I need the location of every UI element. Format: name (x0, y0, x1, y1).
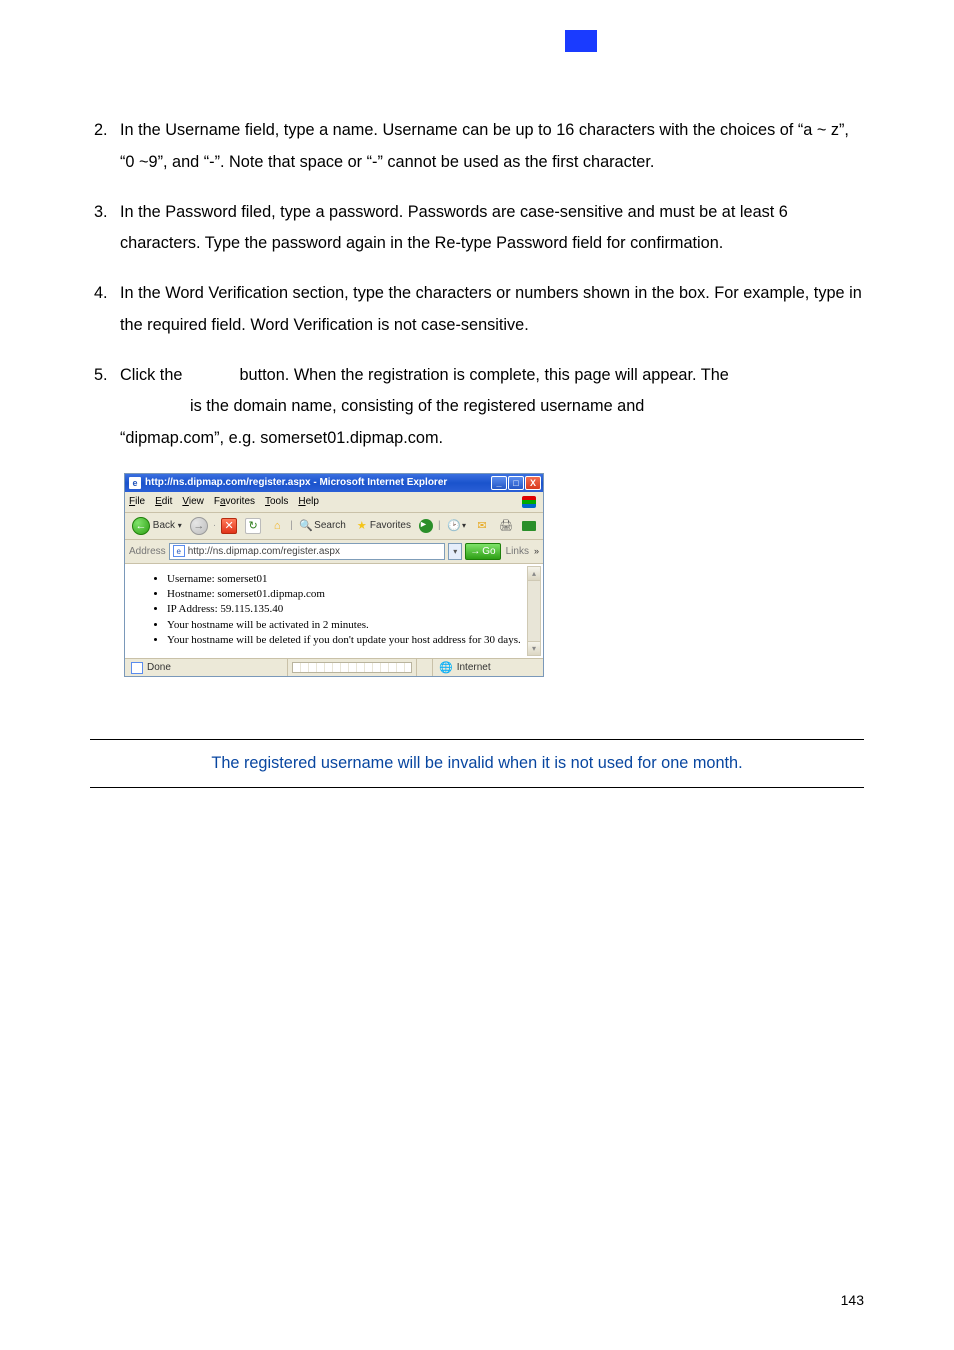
titlebar: e http://ns.dipmap.com/register.aspx - M… (125, 474, 543, 492)
list-text: In the Password filed, type a password. … (120, 197, 864, 261)
close-button[interactable]: X (525, 476, 541, 490)
menu-tools[interactable]: Tools (265, 496, 288, 507)
ie-page-icon: e (129, 477, 141, 489)
print-button[interactable]: 🖨 (495, 516, 517, 536)
history-button[interactable]: 🕑▾ (443, 516, 469, 536)
item5-line1a: Click the (120, 366, 182, 384)
windows-flag-icon (519, 494, 539, 510)
separator: | (290, 520, 293, 531)
menu-view[interactable]: View (182, 496, 204, 507)
item5-line3: “dipmap.com”, e.g. somerset01.dipmap.com… (120, 429, 443, 447)
separator: | (438, 520, 441, 531)
ie-window: e http://ns.dipmap.com/register.aspx - M… (124, 473, 544, 677)
result-activation: Your hostname will be activated in 2 min… (167, 618, 525, 632)
page-number: 143 (841, 1292, 864, 1308)
favorites-button[interactable]: ★Favorites (351, 516, 414, 536)
stop-button[interactable]: ✕ (218, 516, 240, 536)
list-item-4: 4. In the Word Verification section, typ… (90, 278, 864, 342)
status-progress (288, 659, 417, 676)
scrollbar[interactable]: ▴ ▾ (527, 566, 541, 656)
list-number: 2. (90, 115, 120, 179)
go-button[interactable]: →Go (465, 543, 500, 560)
menu-edit[interactable]: Edit (155, 496, 172, 507)
page-content: 2. In the Username field, type a name. U… (90, 115, 864, 788)
list-item-5: 5. Click the button. When the registrati… (90, 360, 864, 455)
list-number: 3. (90, 197, 120, 261)
list-text: Click the button. When the registration … (120, 360, 864, 455)
separator: · (213, 520, 216, 531)
page-icon: e (173, 545, 185, 557)
refresh-button[interactable]: ↻ (242, 516, 264, 536)
mail-button[interactable]: ✉ (471, 516, 493, 536)
links-label[interactable]: Links (504, 546, 531, 557)
home-button[interactable]: ⌂ (266, 516, 288, 536)
browser-content: Username: somerset01 Hostname: somerset0… (125, 564, 543, 658)
messenger-button[interactable] (519, 516, 539, 536)
item5-line2: is the domain name, consisting of the re… (190, 397, 644, 415)
forward-button[interactable]: → (187, 516, 211, 536)
status-blank (417, 659, 433, 676)
list-number: 5. (90, 360, 120, 455)
address-dropdown-icon[interactable]: ▾ (448, 543, 462, 560)
window-title: http://ns.dipmap.com/register.aspx - Mic… (145, 477, 490, 488)
address-bar: Address e http://ns.dipmap.com/register.… (125, 540, 543, 564)
list-item-2: 2. In the Username field, type a name. U… (90, 115, 864, 179)
status-done: Done (125, 659, 288, 676)
address-label: Address (129, 546, 166, 557)
progress-bar (292, 662, 412, 673)
menubar: File Edit View Favorites Tools Help (125, 492, 543, 513)
links-chevron-icon[interactable]: » (534, 546, 539, 556)
list-item-3: 3. In the Password filed, type a passwor… (90, 197, 864, 261)
menu-favorites[interactable]: Favorites (214, 496, 255, 507)
status-zone: 🌐 Internet (433, 659, 543, 676)
address-input[interactable]: e http://ns.dipmap.com/register.aspx (169, 543, 446, 560)
note-box: The registered username will be invalid … (90, 739, 864, 788)
header-blue-marker (565, 30, 597, 52)
menu-file[interactable]: File (129, 496, 145, 507)
list-text: In the Word Verification section, type t… (120, 278, 864, 342)
list-text: In the Username field, type a name. User… (120, 115, 864, 179)
list-number: 4. (90, 278, 120, 342)
menu-help[interactable]: Help (298, 496, 319, 507)
maximize-button[interactable]: □ (508, 476, 524, 490)
toolbar: ← Back ▾ → · ✕ ↻ ⌂ | 🔍Search ★Favorites … (125, 513, 543, 540)
minimize-button[interactable]: _ (491, 476, 507, 490)
globe-icon: 🌐 (439, 661, 453, 674)
note-text: The registered username will be invalid … (211, 754, 742, 772)
result-ip: IP Address: 59.115.135.40 (167, 602, 525, 616)
result-deletion: Your hostname will be deleted if you don… (167, 633, 525, 647)
search-button[interactable]: 🔍Search (295, 516, 349, 536)
address-url: http://ns.dipmap.com/register.aspx (188, 546, 340, 557)
status-bar: Done 🌐 Internet (125, 658, 543, 676)
item5-line1b: button. When the registration is complet… (240, 366, 729, 384)
scroll-up-icon[interactable]: ▴ (528, 567, 540, 581)
media-button[interactable]: ► (416, 516, 436, 536)
back-button[interactable]: ← Back ▾ (129, 516, 185, 536)
result-hostname: Hostname: somerset01.dipmap.com (167, 587, 525, 601)
result-username: Username: somerset01 (167, 572, 525, 586)
done-icon (131, 662, 143, 674)
scroll-down-icon[interactable]: ▾ (528, 641, 540, 655)
